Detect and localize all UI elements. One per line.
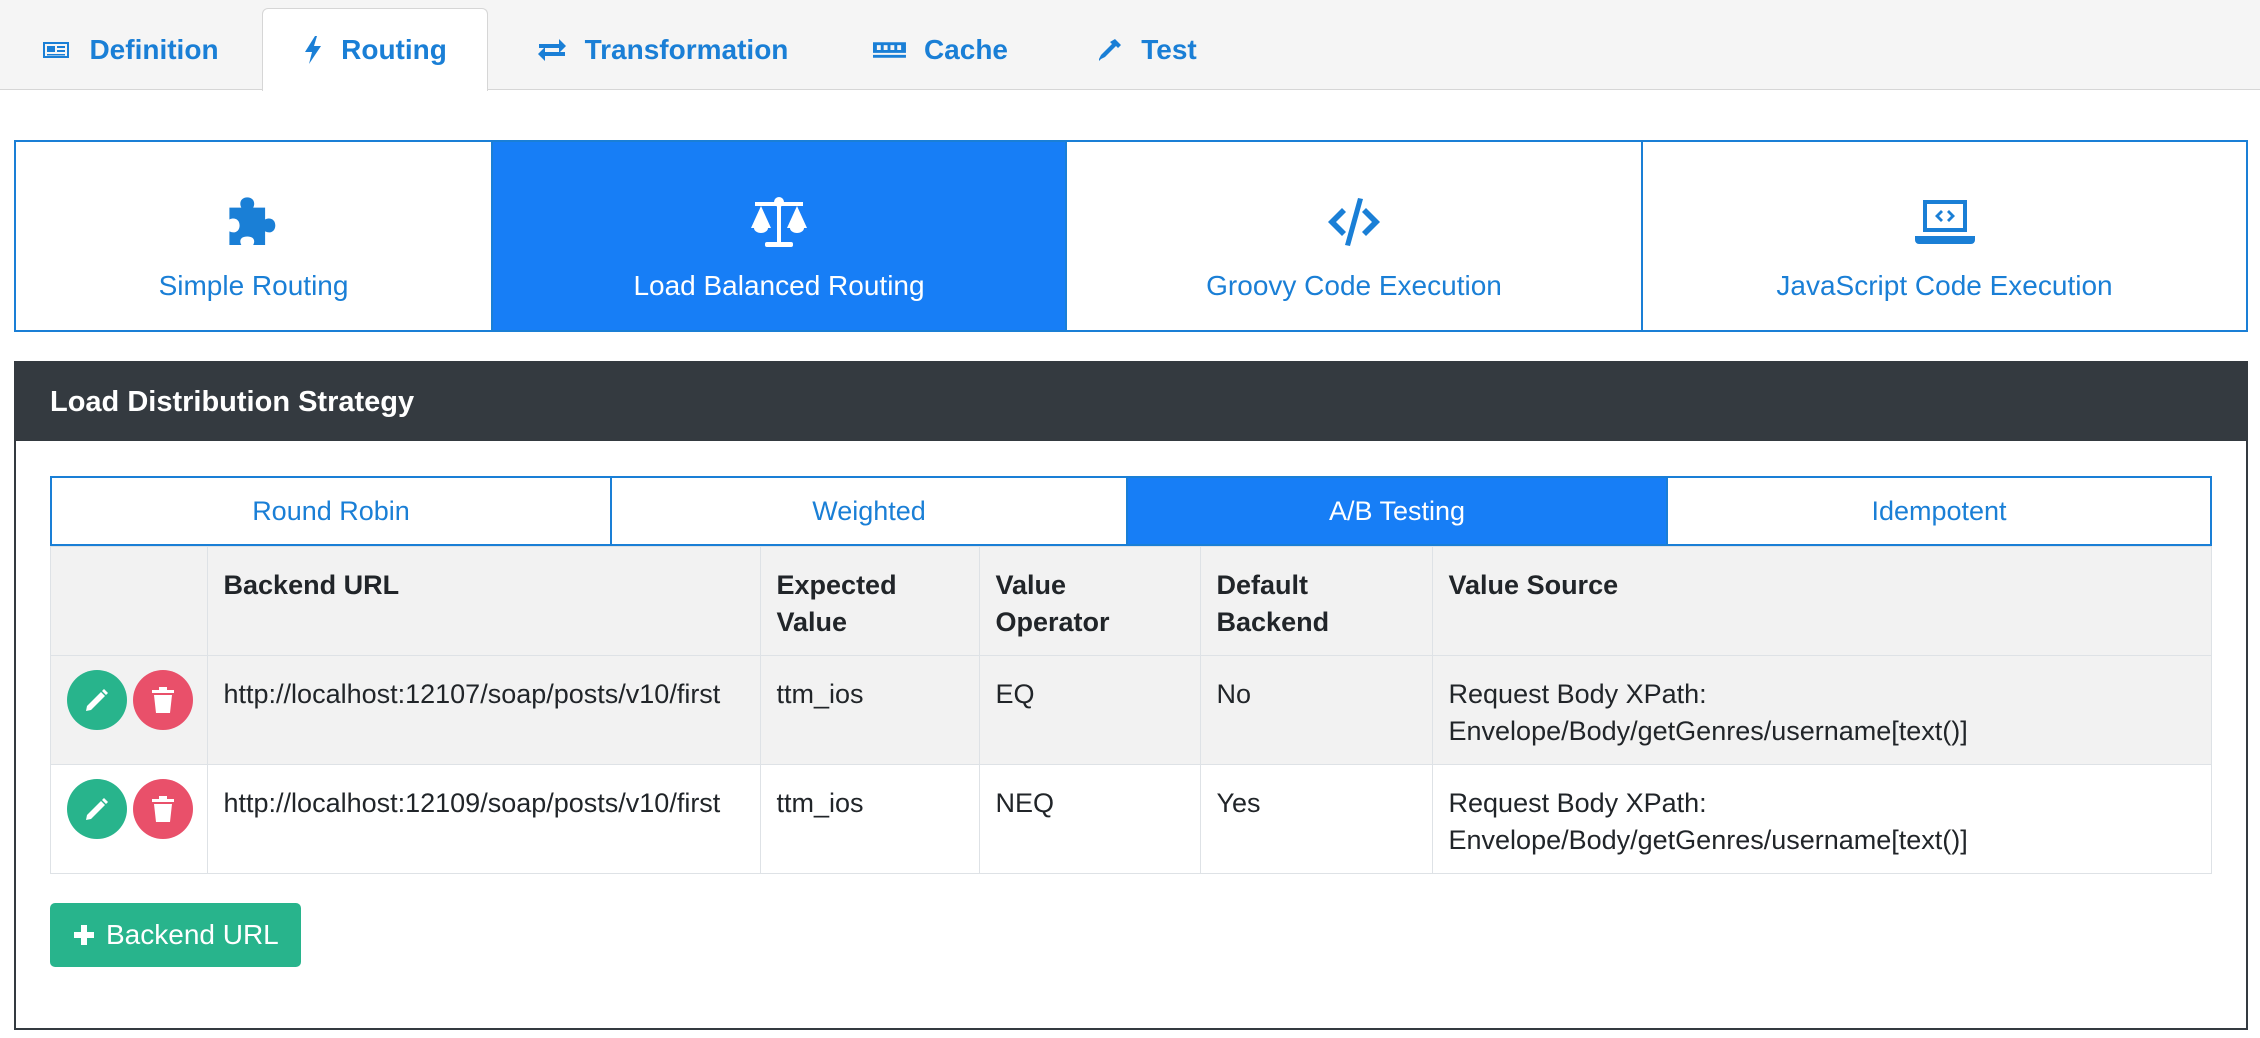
tab-definition[interactable]: Definition: [30, 8, 230, 91]
tab-label: Transformation: [584, 33, 789, 65]
routing-type-javascript[interactable]: JavaScript Code Execution: [1643, 142, 2246, 330]
cell-backend-url: http://localhost:12109/soap/posts/v10/fi…: [206, 764, 761, 874]
add-button-label: Backend URL: [106, 919, 279, 950]
tab-label: Cache: [923, 33, 1008, 65]
load-distribution-panel: Load Distribution Strategy Round Robin W…: [14, 361, 2248, 1030]
tab-cache[interactable]: Cache: [873, 8, 1008, 91]
col-default-backend: Default Backend: [1199, 546, 1433, 656]
newspaper-icon: [43, 41, 70, 58]
routing-type-label: Load Balanced Routing: [633, 270, 925, 301]
strategy-tab-round-robin[interactable]: Round Robin: [52, 478, 612, 544]
table-row: http://localhost:12109/soap/posts/v10/fi…: [50, 764, 2213, 874]
strategy-tab-idempotent[interactable]: Idempotent: [1668, 478, 2210, 544]
code-icon: [1328, 198, 1380, 246]
cell-expected-value: ttm_ios: [759, 655, 980, 765]
col-expected-value: Expected Value: [759, 546, 980, 656]
tab-transformation[interactable]: Transformation: [535, 8, 790, 91]
edit-button[interactable]: [67, 670, 127, 730]
cell-expected-value: ttm_ios: [759, 764, 980, 874]
exchange-icon: [537, 38, 566, 61]
value-source-line1: Request Body XPath:: [1448, 679, 1707, 709]
strategy-tab-weighted[interactable]: Weighted: [612, 478, 1128, 544]
delete-button[interactable]: [132, 779, 193, 839]
table-header-row: Backend URL Expected Value Value Operato…: [50, 546, 2213, 656]
routing-type-label: JavaScript Code Execution: [1776, 270, 2113, 301]
value-source-line2: Envelope/Body/getGenres/username[text()]: [1448, 716, 1968, 746]
tab-test[interactable]: Test: [1094, 8, 1200, 91]
tab-label: Routing: [341, 34, 447, 65]
value-source-line1: Request Body XPath:: [1448, 788, 1707, 818]
delete-button[interactable]: [132, 670, 193, 730]
tab-routing[interactable]: Routing: [262, 8, 488, 91]
table-row: http://localhost:12107/soap/posts/v10/fi…: [50, 655, 2213, 765]
puzzle-icon: [228, 197, 275, 245]
plus-icon: [74, 925, 94, 945]
tab-label: Definition: [89, 33, 219, 65]
edit-button[interactable]: [67, 779, 127, 839]
bolt-icon: [305, 36, 322, 64]
tab-label: Test: [1141, 33, 1197, 65]
top-tab-bar: Definition Routing Transformation Cache …: [0, 0, 2260, 91]
routing-type-groovy[interactable]: Groovy Code Execution: [1067, 142, 1643, 330]
row-actions: [50, 764, 208, 874]
trash-icon: [151, 687, 174, 713]
row-actions: [50, 655, 208, 765]
cell-value-source: Request Body XPath: Envelope/Body/getGen…: [1431, 655, 2213, 765]
col-actions: [50, 546, 208, 656]
cell-value-operator: NEQ: [978, 764, 1201, 874]
col-backend-url: Backend URL: [206, 546, 761, 656]
cell-default-backend: Yes: [1199, 764, 1433, 874]
routing-type-label: Groovy Code Execution: [1206, 270, 1502, 301]
cell-backend-url: http://localhost:12107/soap/posts/v10/fi…: [206, 655, 761, 765]
strategy-tabs: Round Robin Weighted A/B Testing Idempot…: [50, 476, 2212, 546]
routing-type-selector: Simple Routing Load Balanced Routing Gro…: [14, 140, 2248, 332]
panel-title: Load Distribution Strategy: [16, 363, 2246, 441]
strategy-tab-ab-testing[interactable]: A/B Testing: [1128, 478, 1668, 544]
pencil-icon: [86, 798, 108, 820]
laptop-code-icon: [1914, 200, 1975, 244]
col-value-operator: Value Operator: [978, 546, 1201, 656]
trash-icon: [151, 796, 174, 822]
eyedropper-icon: [1099, 38, 1122, 61]
cell-value-operator: EQ: [978, 655, 1201, 765]
col-value-source: Value Source: [1431, 546, 2213, 656]
routing-type-load-balanced[interactable]: Load Balanced Routing: [493, 142, 1067, 330]
backend-table: Backend URL Expected Value Value Operato…: [50, 546, 2213, 874]
cell-value-source: Request Body XPath: Envelope/Body/getGen…: [1431, 764, 2213, 874]
pencil-icon: [86, 689, 108, 711]
routing-type-label: Simple Routing: [158, 270, 349, 301]
value-source-line2: Envelope/Body/getGenres/username[text()]: [1448, 825, 1968, 855]
memory-icon: [873, 41, 906, 58]
cell-default-backend: No: [1199, 655, 1433, 765]
add-backend-url-button[interactable]: Backend URL: [50, 903, 301, 967]
routing-type-simple[interactable]: Simple Routing: [16, 142, 493, 330]
balance-scale-icon: [751, 197, 807, 247]
